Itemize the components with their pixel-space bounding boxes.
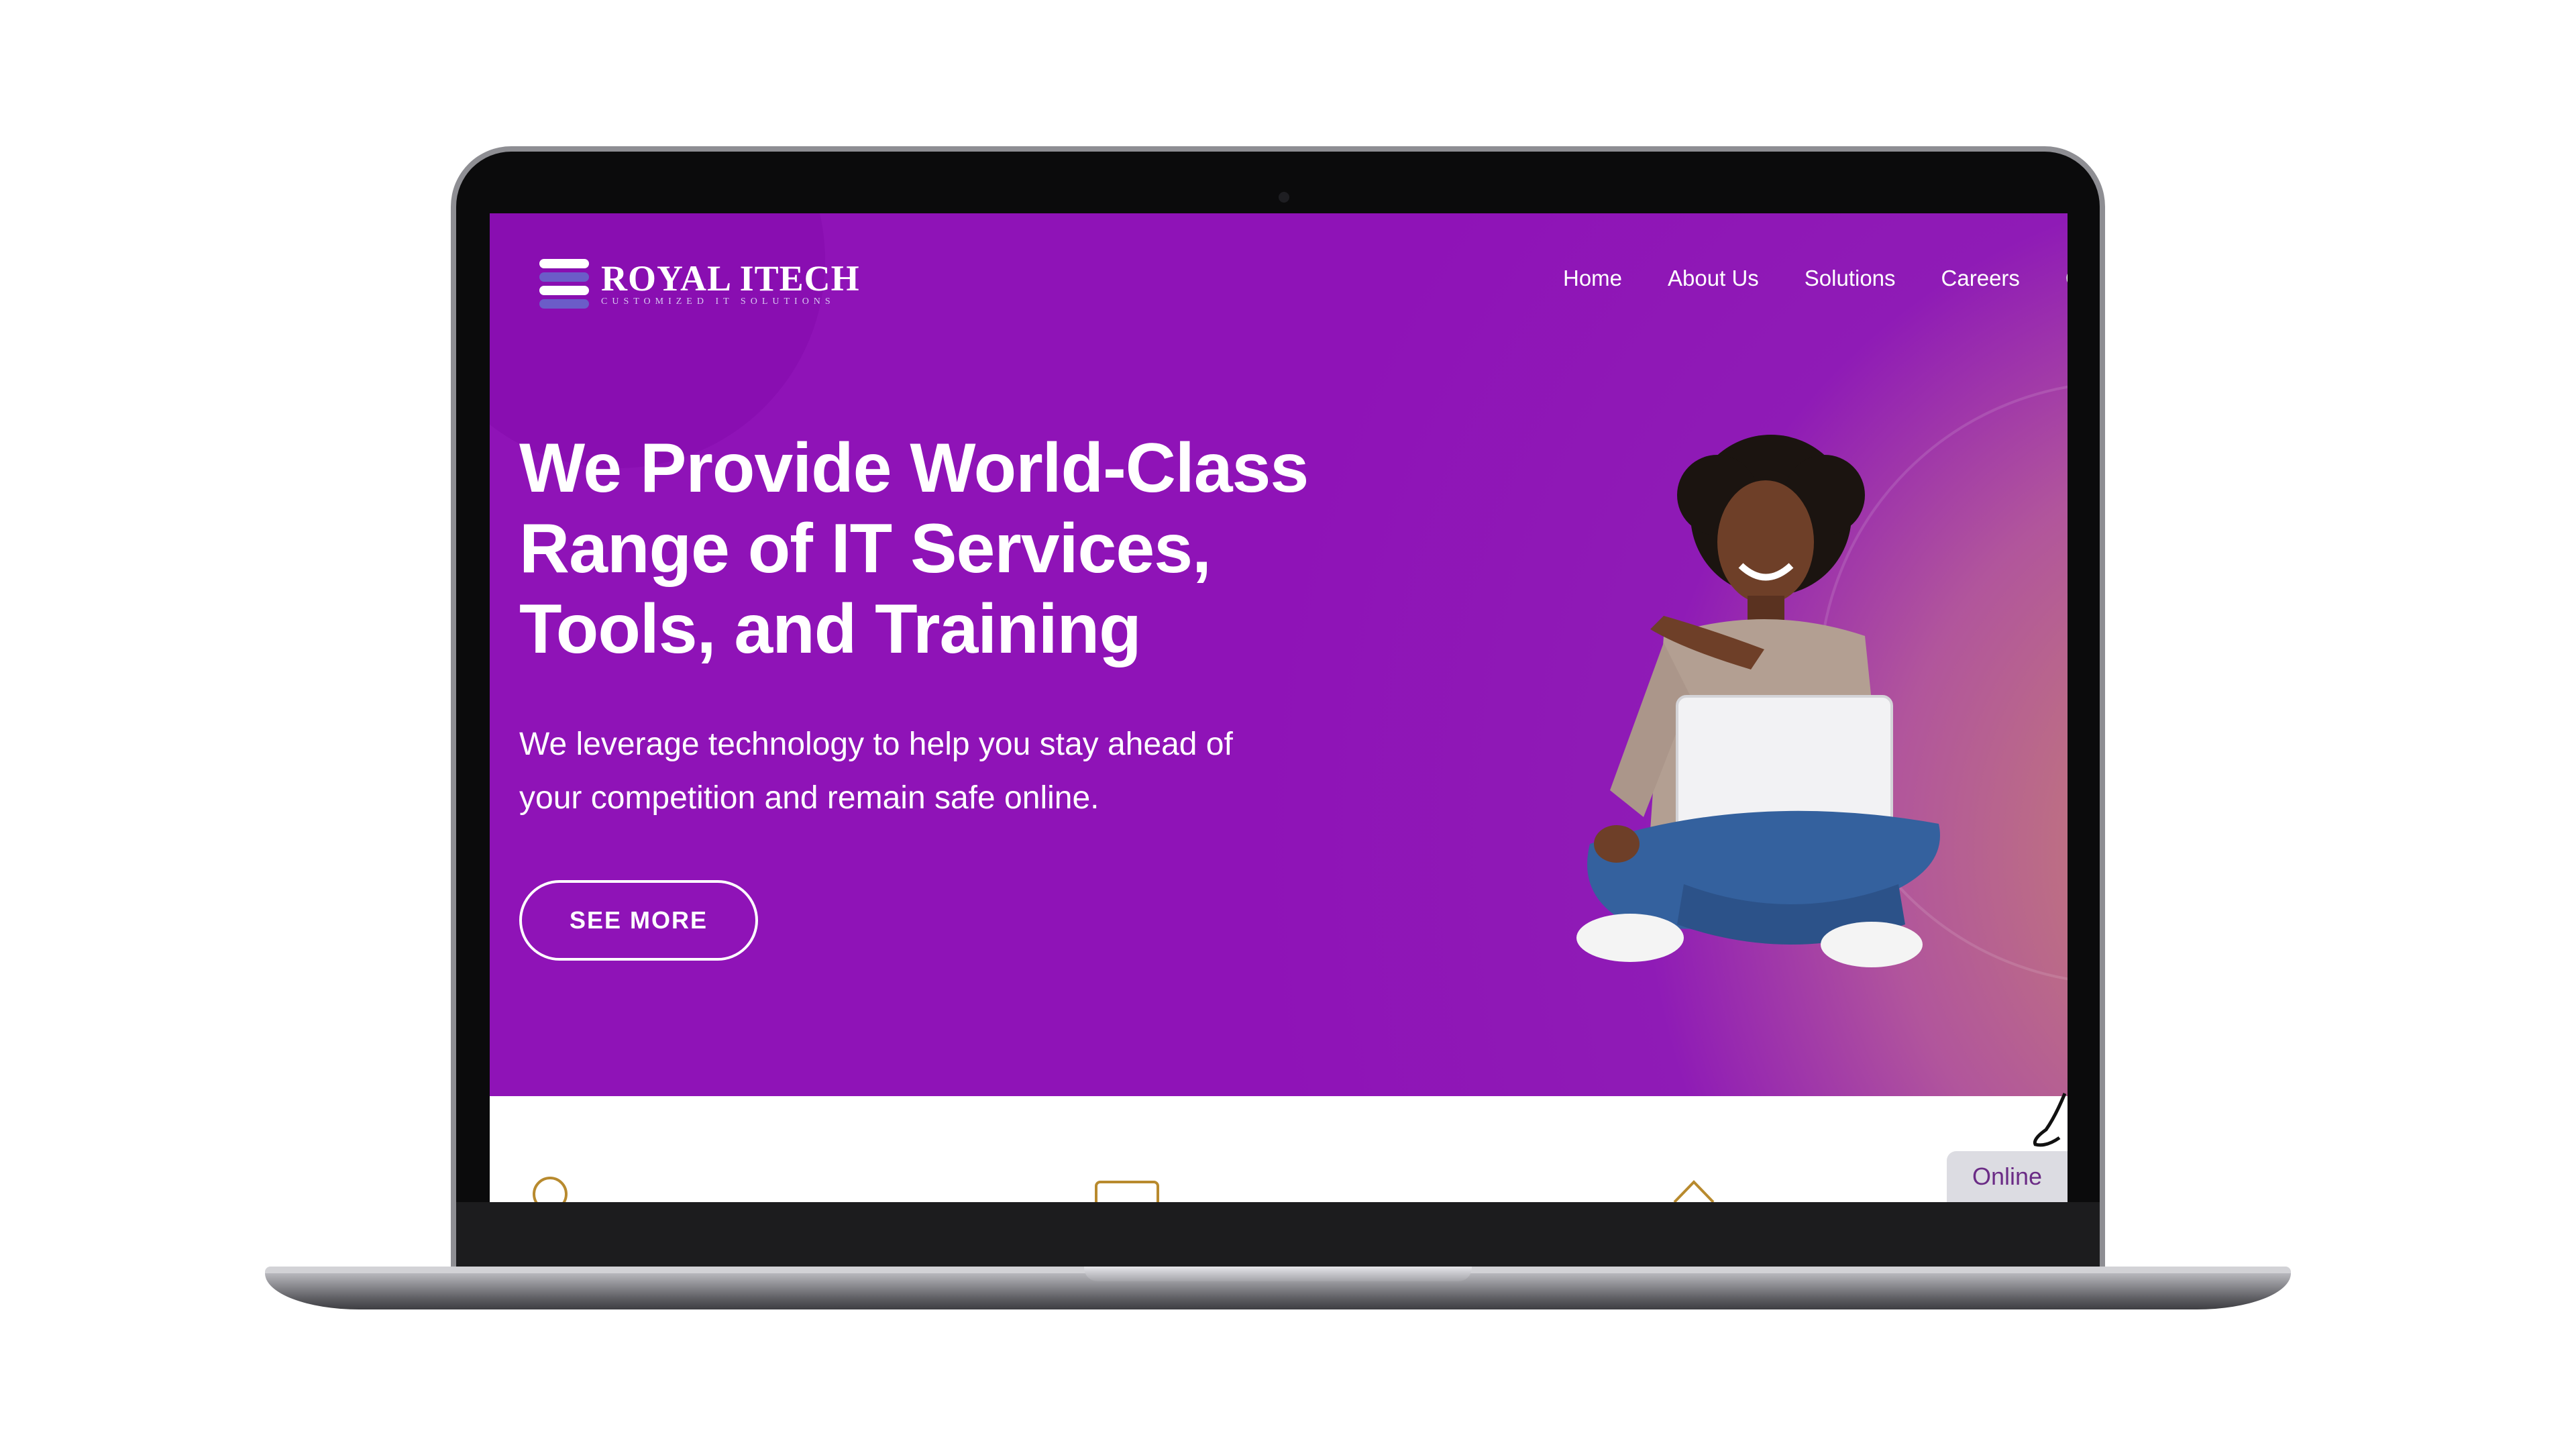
subtext-line-2: your competition and remain safe online.: [519, 780, 1099, 816]
brand-name: ROYAL ITECH: [601, 258, 860, 299]
monitor-icon: [1095, 1181, 1159, 1202]
hero-person-illustration: [1576, 435, 1940, 967]
headline-line-3: Tools, and Training: [519, 590, 1142, 668]
globe-logo-icon: [537, 254, 592, 314]
laptop-bezel-bottom: [451, 1202, 2105, 1267]
site-logo[interactable]: ROYAL ITECH CUSTOMIZED IT SOLUTIONS: [537, 254, 860, 314]
subtext-line-1: We leverage technology to help you stay …: [519, 727, 1233, 762]
hero-subtext: We leverage technology to help you stay …: [519, 718, 1271, 825]
see-more-button[interactable]: SEE MORE: [519, 880, 758, 961]
camera-dot: [1279, 192, 1289, 203]
nav-home[interactable]: Home: [1563, 266, 1622, 291]
brand-tagline: CUSTOMIZED IT SOLUTIONS: [601, 296, 835, 307]
chat-bubble-icon[interactable]: [2026, 1089, 2068, 1150]
nav-careers[interactable]: Careers: [1941, 266, 2020, 291]
laptop-opening-notch: [1084, 1267, 1472, 1281]
main-nav: Home About Us Solutions Careers C: [1563, 266, 2068, 291]
chevron-up-icon: [1673, 1180, 1715, 1202]
headline-line-2: Range of IT Services,: [519, 510, 1212, 588]
hero-section: ROYAL ITECH CUSTOMIZED IT SOLUTIONS Home…: [490, 213, 2068, 1096]
nav-solutions[interactable]: Solutions: [1805, 266, 1896, 291]
browser-viewport: ROYAL ITECH CUSTOMIZED IT SOLUTIONS Home…: [490, 213, 2068, 1202]
headline-line-1: We Provide World-Class: [519, 429, 1309, 507]
search-icon: [533, 1177, 568, 1202]
services-preview-strip: Online: [490, 1093, 2068, 1202]
nav-about-us[interactable]: About Us: [1668, 266, 1759, 291]
nav-contact-truncated[interactable]: C: [2065, 266, 2068, 291]
chat-online-status[interactable]: Online: [1947, 1151, 2068, 1202]
hero-headline: We Provide World-Class Range of IT Servi…: [519, 428, 1364, 669]
